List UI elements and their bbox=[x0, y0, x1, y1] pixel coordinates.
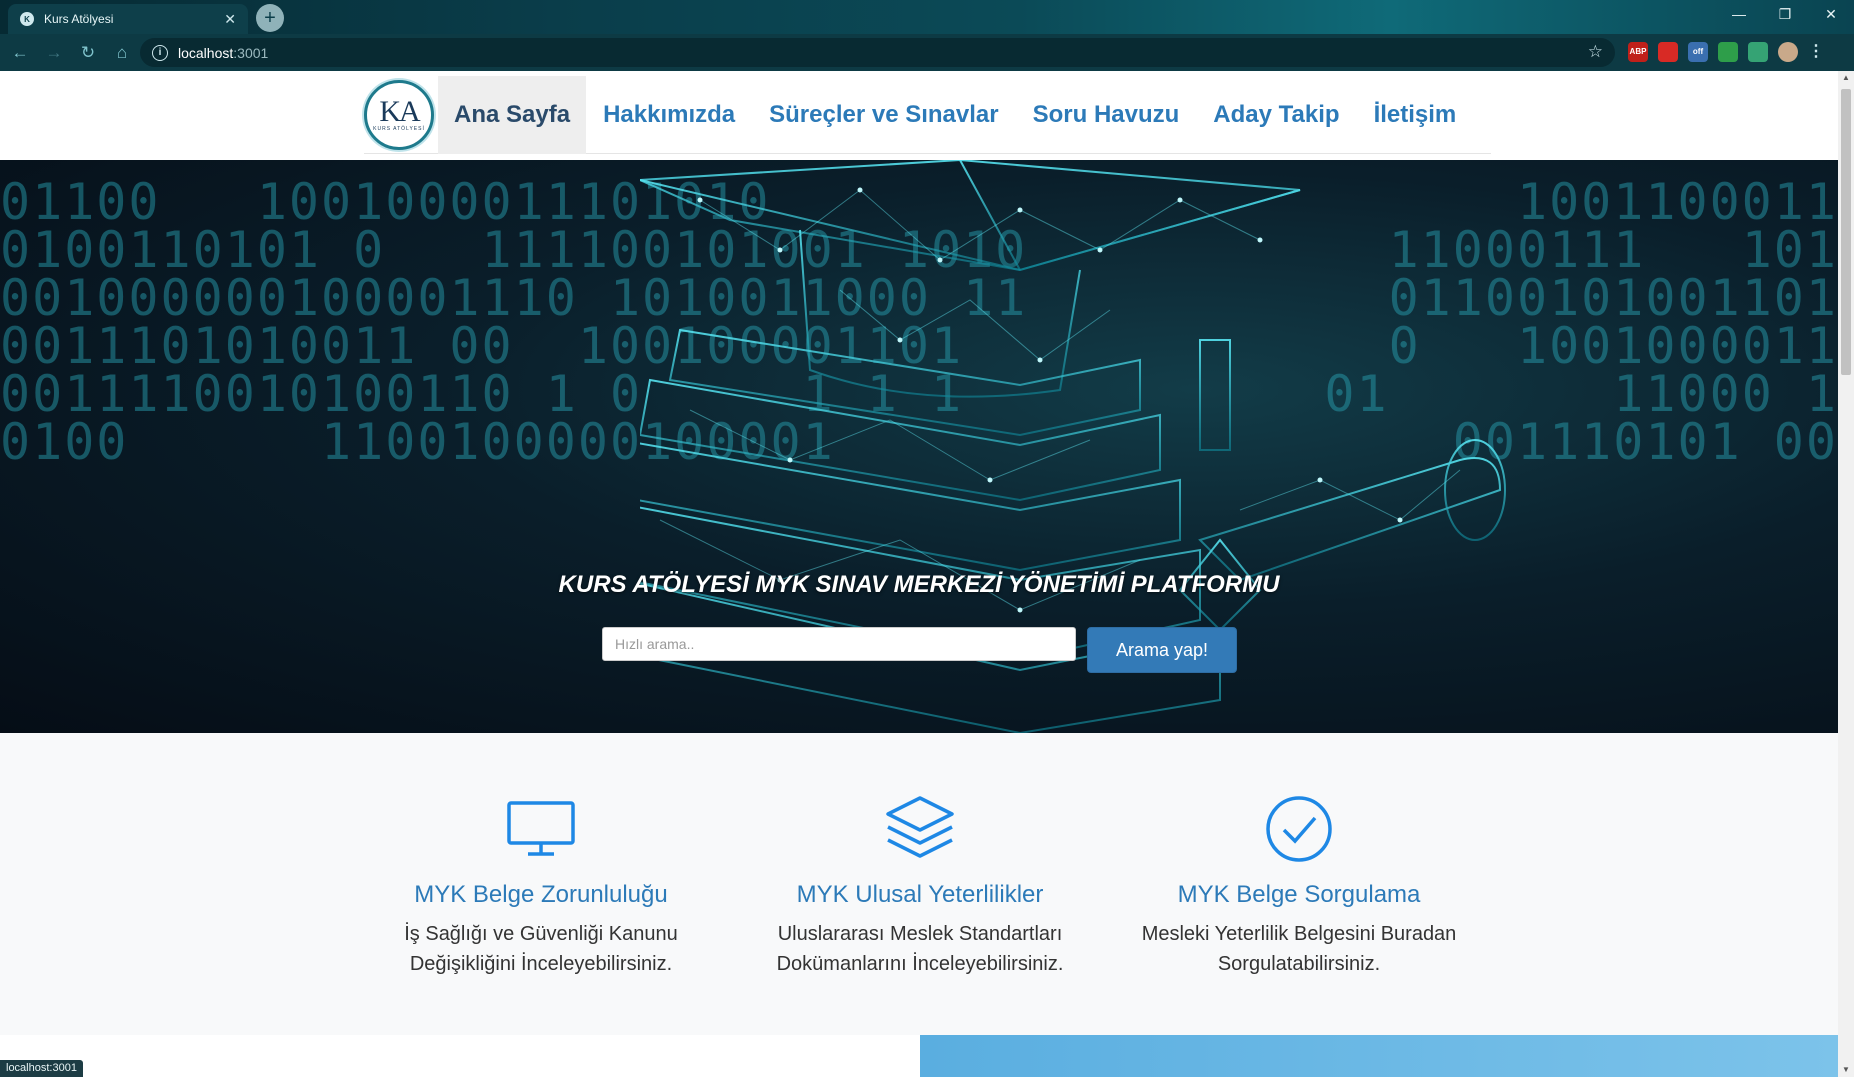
address-bar[interactable]: i localhost:3001 ☆ bbox=[140, 38, 1615, 67]
check-circle-icon bbox=[1109, 793, 1489, 865]
bookmark-star-icon[interactable]: ☆ bbox=[1588, 42, 1603, 62]
site-logo[interactable]: KA KURS ATÖLYESİ bbox=[364, 79, 434, 150]
scroll-up-arrow-icon[interactable]: ▲ bbox=[1838, 71, 1854, 85]
scroll-thumb[interactable] bbox=[1841, 89, 1851, 375]
browser-tab[interactable]: K Kurs Atölyesi ✕ bbox=[8, 4, 248, 34]
nav-item-süreçler-ve-sınavlar[interactable]: Süreçler ve Sınavlar bbox=[752, 76, 1015, 154]
profile-avatar[interactable] bbox=[1778, 42, 1798, 62]
hero-title: KURS ATÖLYESİ MYK SINAV MERKEZİ YÖNETİMİ… bbox=[558, 571, 1280, 598]
reload-icon[interactable]: ↻ bbox=[74, 39, 102, 67]
restore-button[interactable]: ❐ bbox=[1762, 0, 1808, 30]
back-arrow-icon[interactable]: ← bbox=[6, 39, 34, 67]
feature-description: Mesleki Yeterlilik Belgesini Buradan Sor… bbox=[1141, 923, 1457, 975]
new-tab-button[interactable]: + bbox=[256, 4, 284, 32]
red-ext-extension-icon[interactable] bbox=[1658, 42, 1678, 62]
layers-icon bbox=[730, 793, 1110, 865]
info-icon[interactable]: i bbox=[152, 44, 168, 61]
feature-title[interactable]: MYK Belge Zorunluluğu bbox=[351, 881, 731, 909]
features-section: MYK Belge Zorunluluğu İş Sağlığı ve Güve… bbox=[0, 733, 1838, 1035]
close-tab-icon[interactable]: ✕ bbox=[224, 11, 236, 28]
abp-extension-icon[interactable]: ABP bbox=[1628, 42, 1648, 62]
link-status-bar: localhost:3001 bbox=[0, 1060, 83, 1077]
next-section-left bbox=[0, 1035, 920, 1077]
nav-item-aday-takip[interactable]: Aday Takip bbox=[1196, 76, 1356, 154]
quick-search-input[interactable] bbox=[602, 627, 1076, 661]
off-ext-extension-icon[interactable]: off bbox=[1688, 42, 1708, 62]
feature-description: İş Sağlığı ve Güvenliği Kanunu Değişikli… bbox=[404, 923, 678, 975]
feature-description: Uluslararası Meslek Standartları Doküman… bbox=[776, 923, 1064, 975]
nav-item-hakkımızda[interactable]: Hakkımızda bbox=[586, 76, 752, 154]
green-ext-extension-icon[interactable] bbox=[1718, 42, 1738, 62]
url-text: localhost:3001 bbox=[178, 44, 269, 61]
page-viewport: KA KURS ATÖLYESİ Ana Sayfa Hakkımızda Süre… bbox=[0, 71, 1838, 1077]
puzzle-extension-icon[interactable] bbox=[1748, 42, 1768, 62]
site-navbar: KA KURS ATÖLYESİ Ana Sayfa Hakkımızda Süre… bbox=[0, 71, 1838, 160]
nav-item-soru-havuzu[interactable]: Soru Havuzu bbox=[1016, 76, 1197, 154]
search-button[interactable]: Arama yap! bbox=[1087, 627, 1237, 673]
nav-item-i̇letişim[interactable]: İletişim bbox=[1357, 76, 1474, 154]
hero-banner: 01100 1001000011101010 1001100011 01001101… bbox=[0, 160, 1838, 733]
next-section-image bbox=[920, 1035, 1838, 1077]
browser-menu-icon[interactable]: ⋮ bbox=[1808, 42, 1824, 62]
minimize-button[interactable]: — bbox=[1716, 0, 1762, 30]
site-favicon-icon: K bbox=[20, 12, 34, 26]
close-window-button[interactable]: ✕ bbox=[1808, 0, 1854, 30]
tab-title: Kurs Atölyesi bbox=[44, 12, 114, 26]
feature-belge-zorunlulugu[interactable]: MYK Belge Zorunluluğu İş Sağlığı ve Güve… bbox=[351, 793, 731, 979]
forward-arrow-icon[interactable]: → bbox=[40, 39, 68, 67]
scroll-down-arrow-icon[interactable]: ▼ bbox=[1838, 1063, 1854, 1077]
monitor-icon bbox=[351, 793, 731, 865]
browser-toolbar: ← → ↻ ⌂ i localhost:3001 ☆ ABP off ⋮ bbox=[0, 34, 1854, 71]
feature-title[interactable]: MYK Ulusal Yeterlilikler bbox=[730, 881, 1110, 909]
feature-belge-sorgulama[interactable]: MYK Belge Sorgulama Mesleki Yeterlilik B… bbox=[1109, 793, 1489, 979]
home-icon[interactable]: ⌂ bbox=[108, 39, 136, 67]
page-scrollbar[interactable]: ▲ ▼ bbox=[1838, 71, 1854, 1077]
nav-item-ana-sayfa[interactable]: Ana Sayfa bbox=[438, 75, 587, 154]
browser-titlebar: K Kurs Atölyesi ✕ + — ❐ ✕ bbox=[0, 0, 1854, 34]
feature-ulusal-yeterlilikler[interactable]: MYK Ulusal Yeterlilikler Uluslararası Me… bbox=[730, 793, 1110, 979]
feature-title[interactable]: MYK Belge Sorgulama bbox=[1109, 881, 1489, 909]
